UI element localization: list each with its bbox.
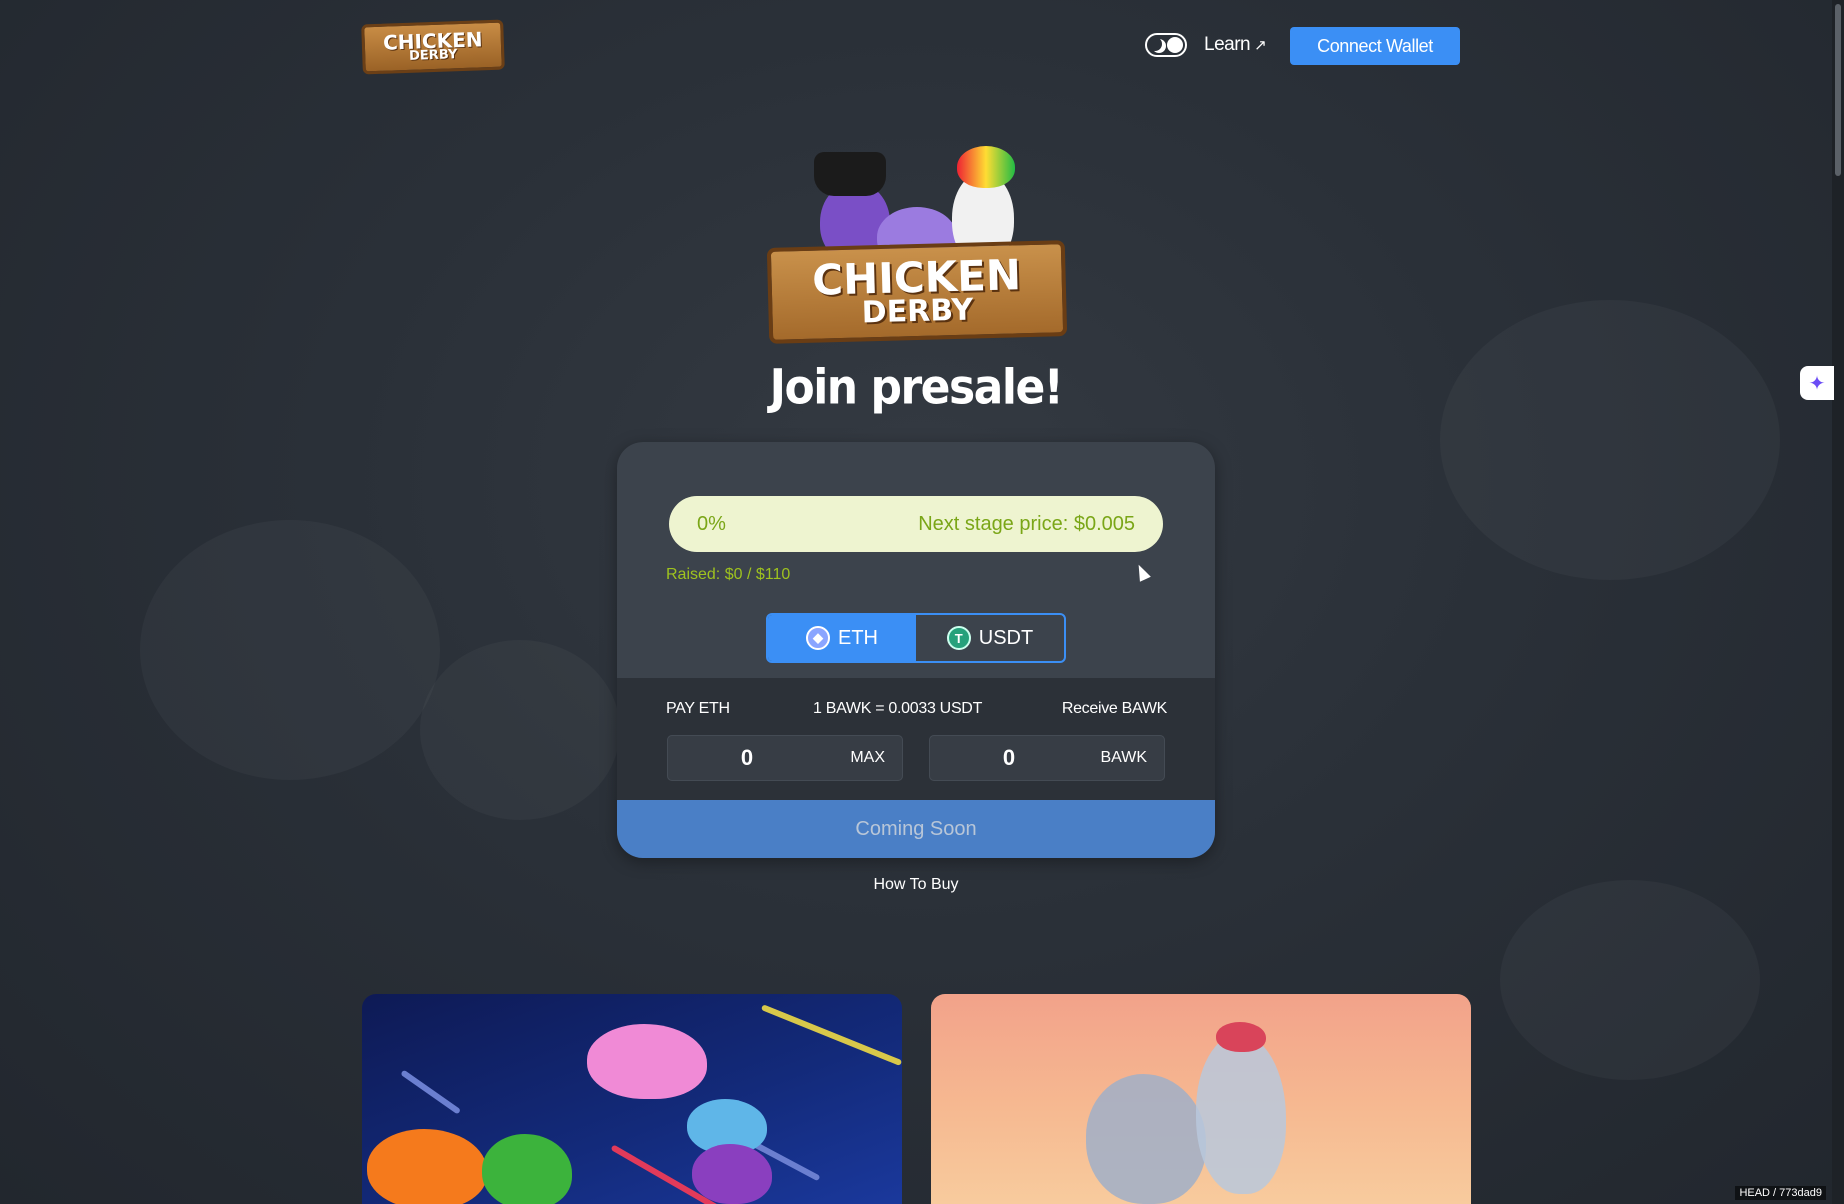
coming-soon-button[interactable]: Coming Soon: [617, 800, 1215, 858]
version-badge: HEAD / 773dad9: [1735, 1186, 1826, 1200]
tab-label: USDT: [978, 626, 1034, 649]
max-button[interactable]: MAX: [850, 735, 885, 781]
background-decoration: [140, 520, 440, 780]
tab-usdt[interactable]: T USDT: [916, 615, 1064, 661]
page-title: Join presale!: [769, 359, 1064, 416]
background-decoration: [1440, 300, 1780, 580]
scrollbar-thumb[interactable]: [1835, 4, 1841, 176]
moon-icon: [1148, 37, 1162, 51]
race-image: [362, 994, 902, 1204]
hat-illustration: [814, 152, 886, 196]
hero-logo: CHICKEN DERBY: [762, 142, 1068, 344]
header-logo[interactable]: CHICKEN DERBY: [361, 19, 505, 75]
connect-wallet-button[interactable]: Connect Wallet: [1290, 27, 1460, 65]
scrollbar[interactable]: [1832, 0, 1844, 1204]
page: CHICKEN DERBY Learn ↗ Connect Wallet CHIC…: [0, 0, 1844, 1204]
tab-eth[interactable]: ◆ ETH: [768, 615, 916, 661]
progress-percent: 0%: [697, 512, 726, 535]
light-streak: [400, 1069, 462, 1115]
hat-illustration: [957, 146, 1015, 188]
toggle-knob: [1167, 37, 1183, 53]
hero-sign: CHICKEN DERBY: [766, 240, 1068, 344]
next-stage-price: Next stage price: $0.005: [918, 512, 1135, 535]
background-decoration: [1500, 880, 1760, 1080]
receive-amount: 0: [1002, 745, 1016, 770]
receive-label: Receive BAWK: [1061, 700, 1167, 717]
how-to-buy-link[interactable]: How To Buy: [0, 876, 1832, 894]
green-chicken-illustration: [482, 1134, 572, 1204]
currency-switch: ◆ ETH T USDT: [766, 613, 1066, 663]
ghost-chicken-illustration: [1196, 1034, 1286, 1194]
presale-card: 0% Next stage price: $0.005 Raised: $0 /…: [617, 442, 1215, 858]
receive-unit: BAWK: [1100, 749, 1147, 766]
ethereum-icon: ◆: [806, 626, 830, 650]
exchange-rate: 1 BAWK = 0.0033 USDT: [813, 700, 983, 717]
orange-chicken-illustration: [367, 1129, 487, 1204]
pay-label: PAY ETH: [666, 700, 730, 717]
hero-logo-text: DERBY: [861, 292, 974, 331]
pink-chicken-illustration: [587, 1024, 707, 1099]
external-link-icon: ↗: [1254, 37, 1267, 54]
learn-link[interactable]: Learn ↗: [1204, 34, 1267, 56]
ghost-chicken-illustration: [1086, 1074, 1206, 1204]
theme-toggle[interactable]: [1145, 33, 1187, 57]
logo-text: DERBY: [408, 47, 458, 64]
receive-input[interactable]: 0 BAWK: [929, 735, 1165, 781]
background-decoration: [420, 640, 620, 820]
purple-chicken-illustration: [692, 1144, 772, 1204]
progress-bar: 0% Next stage price: $0.005: [669, 496, 1163, 552]
light-streak: [760, 1004, 902, 1066]
raised-amount: Raised: $0 / $110: [666, 566, 791, 583]
swap-panel: PAY ETH 1 BAWK = 0.0033 USDT Receive BAW…: [617, 678, 1215, 800]
pay-amount: 0: [740, 745, 754, 770]
comb-illustration: [1216, 1022, 1266, 1052]
tether-icon: T: [946, 626, 971, 650]
sparkle-icon[interactable]: ✦: [1800, 366, 1834, 400]
pay-input[interactable]: 0 MAX: [667, 735, 903, 781]
learn-label: Learn: [1204, 34, 1251, 55]
sunset-image: [931, 994, 1471, 1204]
tab-label: ETH: [838, 626, 878, 649]
